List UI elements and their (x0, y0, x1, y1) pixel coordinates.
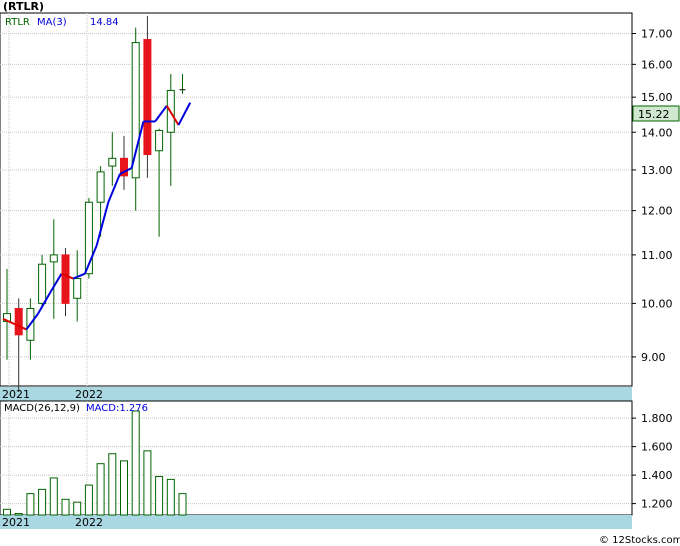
price-tick-label: 9.00 (641, 351, 666, 364)
macd-params-label: MACD(26,12,9) (4, 403, 80, 414)
macd-bar (3, 508, 11, 516)
price-tick-label: 13.00 (641, 164, 673, 177)
macd-bar (120, 460, 128, 516)
price-tick-label: 17.00 (641, 28, 673, 41)
price-tick-label: 15.00 (641, 91, 673, 104)
macd-bar (96, 463, 105, 516)
candle-body (14, 307, 23, 336)
candle-body (49, 254, 58, 263)
macd-bar (38, 488, 47, 516)
legend-ma-value: 14.84 (90, 17, 119, 28)
footer-credit: © 12Stocks.com (599, 535, 680, 546)
candle-body (143, 39, 152, 156)
macd-bar (108, 453, 117, 516)
legend-ticker: RTLR (5, 17, 30, 28)
candle-body (38, 263, 47, 304)
macd-bar (131, 410, 140, 516)
macd-tick-label: 1.200 (641, 498, 673, 511)
candle-body (96, 171, 105, 203)
macd-bar (143, 450, 152, 516)
price-tick-label: 11.00 (641, 249, 673, 262)
macd-bar (26, 493, 35, 516)
last-price-label: 15.22 (638, 108, 670, 121)
macd-value-label: MACD:1.276 (86, 403, 148, 414)
price-tick-label: 12.00 (641, 205, 673, 218)
macd-bar (73, 501, 82, 516)
price-tick-label: 10.00 (641, 297, 673, 310)
macd-bar (166, 478, 175, 516)
candle-body (61, 254, 70, 304)
legend-ma-label: MA(3) (37, 17, 67, 28)
price-tick-label: 16.00 (641, 58, 673, 71)
stock-chart: 9.00 10.00 11.00 12.00 13.00 14.00 15.00 16.00 1… (0, 0, 680, 546)
macd-bar (178, 493, 187, 516)
macd-bar (61, 498, 70, 516)
macd-bar (155, 476, 164, 516)
macd-date-label: 2022 (75, 516, 103, 529)
candle-body (155, 129, 164, 152)
macd-bar (14, 513, 23, 516)
candle-body (108, 157, 117, 167)
macd-tick-label: 1.800 (641, 412, 673, 425)
macd-bar (49, 477, 58, 516)
price-date-label: 2021 (2, 388, 30, 401)
price-date-label: 2022 (75, 388, 103, 401)
price-panel-frame (0, 12, 633, 387)
candle-body (131, 42, 140, 179)
candle-body (73, 278, 82, 299)
macd-tick-label: 1.600 (641, 441, 673, 454)
chart-title: (RTLR) (3, 0, 44, 13)
macd-date-label: 2021 (2, 516, 30, 529)
price-tick-label: 14.00 (641, 126, 673, 139)
macd-bar (84, 484, 93, 516)
macd-tick-label: 1.400 (641, 469, 673, 482)
